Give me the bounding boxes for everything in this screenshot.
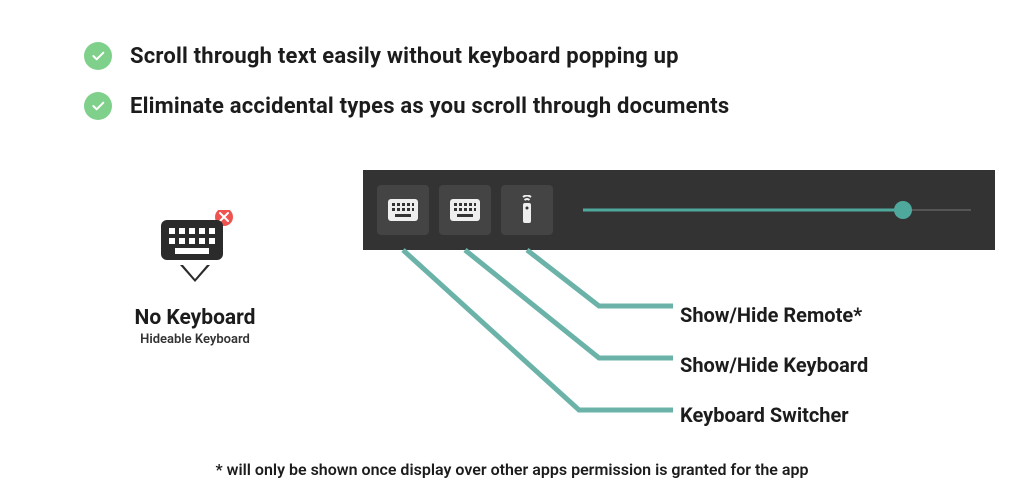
check-icon	[84, 92, 112, 120]
check-icon	[84, 42, 112, 70]
app-subtitle: Hideable Keyboard	[95, 332, 295, 347]
keyboard-icon	[388, 199, 418, 221]
app-logo-icon	[155, 210, 235, 290]
keyboard-icon	[450, 199, 480, 221]
bullet-text: Scroll through text easily without keybo…	[130, 44, 679, 69]
callout-labels: Show/Hide Remote* Show/Hide Keyboard Key…	[680, 290, 868, 440]
app-title: No Keyboard	[95, 306, 295, 330]
callout-remote: Show/Hide Remote*	[680, 290, 868, 340]
bullet-item: Eliminate accidental types as you scroll…	[84, 92, 729, 120]
show-hide-keyboard-button[interactable]	[439, 185, 491, 235]
callout-switcher: Keyboard Switcher	[680, 390, 868, 440]
bullet-item: Scroll through text easily without keybo…	[84, 42, 729, 70]
remote-icon	[520, 195, 534, 225]
transparency-slider[interactable]	[583, 190, 971, 230]
callout-keyboard: Show/Hide Keyboard	[680, 340, 868, 390]
slider-fill	[583, 209, 903, 212]
footnote: * will only be shown once display over o…	[0, 460, 1024, 479]
slider-thumb[interactable]	[894, 201, 912, 219]
bullet-list: Scroll through text easily without keybo…	[84, 42, 729, 142]
bullet-text: Eliminate accidental types as you scroll…	[130, 94, 729, 119]
keyboard-toolbar	[363, 170, 995, 250]
show-hide-remote-button[interactable]	[501, 185, 553, 235]
app-logo-block: No Keyboard Hideable Keyboard	[95, 210, 295, 347]
keyboard-switcher-button[interactable]	[377, 185, 429, 235]
